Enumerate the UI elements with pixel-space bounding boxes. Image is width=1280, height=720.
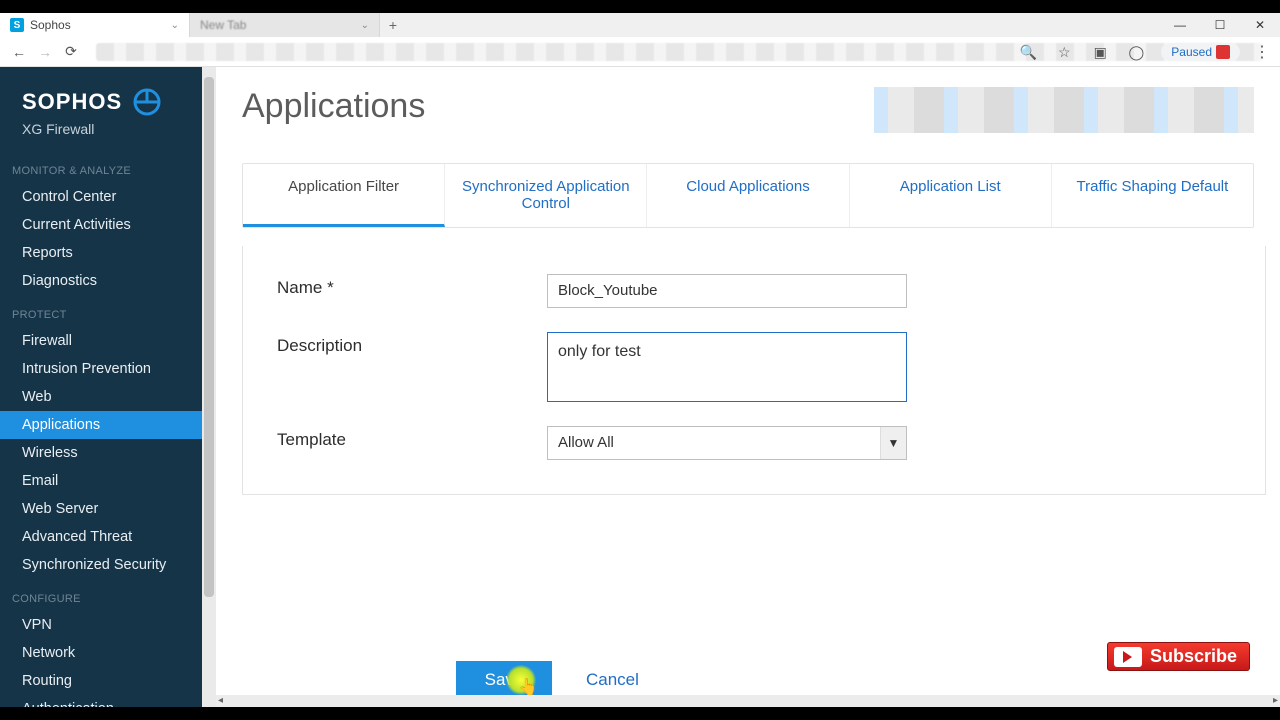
- tabs: Application Filter Synchronized Applicat…: [242, 163, 1254, 228]
- forward-button[interactable]: →: [34, 41, 56, 63]
- sophos-favicon: S: [10, 18, 24, 32]
- sidebar-item-intrusion[interactable]: Intrusion Prevention: [0, 355, 216, 383]
- sidebar-item-network[interactable]: Network: [0, 639, 216, 667]
- profile-avatar-icon: [1216, 45, 1230, 59]
- profile-paused-badge[interactable]: Paused: [1161, 43, 1240, 61]
- form-card: Name * Description only for test Templat…: [242, 246, 1266, 495]
- minimize-button[interactable]: —: [1160, 13, 1200, 37]
- maximize-button[interactable]: ☐: [1200, 13, 1240, 37]
- brand-name: SOPHOS: [22, 89, 122, 115]
- zoom-icon[interactable]: 🔍: [1017, 41, 1039, 63]
- browser-tab-inactive[interactable]: New Tab ⌄: [190, 13, 380, 37]
- sidebar-item-authentication[interactable]: Authentication: [0, 695, 216, 707]
- sidebar-scrollbar[interactable]: [202, 67, 216, 707]
- browser-tab-active[interactable]: S Sophos ⌄: [0, 13, 190, 37]
- description-label: Description: [277, 332, 547, 356]
- brand-product: XG Firewall: [0, 121, 216, 151]
- sidebar: SOPHOS XG Firewall MONITOR & ANALYZE Con…: [0, 67, 216, 707]
- browser-toolbar: ← → ⟳ 🔍 ☆ ▣ ◯ Paused ⋮: [0, 37, 1280, 67]
- extension2-icon[interactable]: ◯: [1125, 41, 1147, 63]
- sophos-logo-icon: [132, 87, 162, 117]
- window-controls: — ☐ ✕: [1160, 13, 1280, 37]
- sidebar-item-vpn[interactable]: VPN: [0, 611, 216, 639]
- tab-traffic-shaping[interactable]: Traffic Shaping Default: [1052, 164, 1253, 227]
- tab-application-filter[interactable]: Application Filter: [243, 164, 445, 227]
- scrollbar-thumb[interactable]: [204, 77, 214, 597]
- chevron-down-icon[interactable]: ⌄: [361, 20, 369, 31]
- save-button[interactable]: Save 👆: [456, 661, 552, 699]
- section-monitor: MONITOR & ANALYZE: [0, 151, 216, 183]
- sidebar-item-reports[interactable]: Reports: [0, 239, 216, 267]
- sidebar-item-routing[interactable]: Routing: [0, 667, 216, 695]
- browser-menu-button[interactable]: ⋮: [1250, 42, 1274, 62]
- name-input[interactable]: [547, 274, 907, 308]
- browser-tab-label: Sophos: [30, 18, 71, 32]
- close-button[interactable]: ✕: [1240, 13, 1280, 37]
- page-title: Applications: [242, 87, 425, 126]
- scroll-left-icon[interactable]: ◂: [218, 695, 223, 707]
- template-select[interactable]: Allow All ▼: [547, 426, 907, 460]
- paused-label: Paused: [1171, 45, 1212, 59]
- new-tab-button[interactable]: +: [380, 17, 406, 33]
- sidebar-item-advanced-threat[interactable]: Advanced Threat: [0, 523, 216, 551]
- template-value: Allow All: [558, 434, 614, 451]
- click-highlight: [506, 665, 536, 695]
- tab-application-list[interactable]: Application List: [850, 164, 1052, 227]
- chevron-down-icon[interactable]: ⌄: [171, 20, 179, 31]
- header-status-blurred: [874, 87, 1254, 133]
- sidebar-item-control-center[interactable]: Control Center: [0, 183, 216, 211]
- bookmark-icon[interactable]: ☆: [1053, 41, 1075, 63]
- subscribe-overlay[interactable]: Subscribe: [1107, 642, 1250, 671]
- section-protect: PROTECT: [0, 295, 216, 327]
- sidebar-item-web-server[interactable]: Web Server: [0, 495, 216, 523]
- section-configure: CONFIGURE: [0, 579, 216, 611]
- description-textarea[interactable]: only for test: [547, 332, 907, 402]
- sidebar-item-wireless[interactable]: Wireless: [0, 439, 216, 467]
- tab-sync-app-control[interactable]: Synchronized Application Control: [445, 164, 647, 227]
- sidebar-item-current-activities[interactable]: Current Activities: [0, 211, 216, 239]
- sidebar-item-email[interactable]: Email: [0, 467, 216, 495]
- subscribe-label: Subscribe: [1150, 646, 1237, 667]
- cancel-button[interactable]: Cancel: [586, 670, 639, 690]
- sidebar-item-diagnostics[interactable]: Diagnostics: [0, 267, 216, 295]
- template-label: Template: [277, 426, 547, 450]
- sidebar-item-applications[interactable]: Applications: [0, 411, 216, 439]
- chevron-down-icon: ▼: [880, 427, 906, 459]
- sidebar-item-sync-security[interactable]: Synchronized Security: [0, 551, 216, 579]
- back-button[interactable]: ←: [8, 41, 30, 63]
- tab-cloud-applications[interactable]: Cloud Applications: [647, 164, 849, 227]
- main-content: Applications Application Filter Synchron…: [216, 67, 1280, 707]
- youtube-play-icon: [1114, 647, 1142, 667]
- sidebar-item-web[interactable]: Web: [0, 383, 216, 411]
- titlebar: S Sophos ⌄ New Tab ⌄ + — ☐ ✕: [0, 13, 1280, 37]
- name-label: Name *: [277, 274, 547, 298]
- extension-icon[interactable]: ▣: [1089, 41, 1111, 63]
- horizontal-scrollbar[interactable]: ◂ ▸: [216, 695, 1280, 707]
- sidebar-item-firewall[interactable]: Firewall: [0, 327, 216, 355]
- reload-button[interactable]: ⟳: [60, 41, 82, 63]
- browser-tab2-label: New Tab: [200, 18, 246, 32]
- scroll-right-icon[interactable]: ▸: [1273, 695, 1278, 707]
